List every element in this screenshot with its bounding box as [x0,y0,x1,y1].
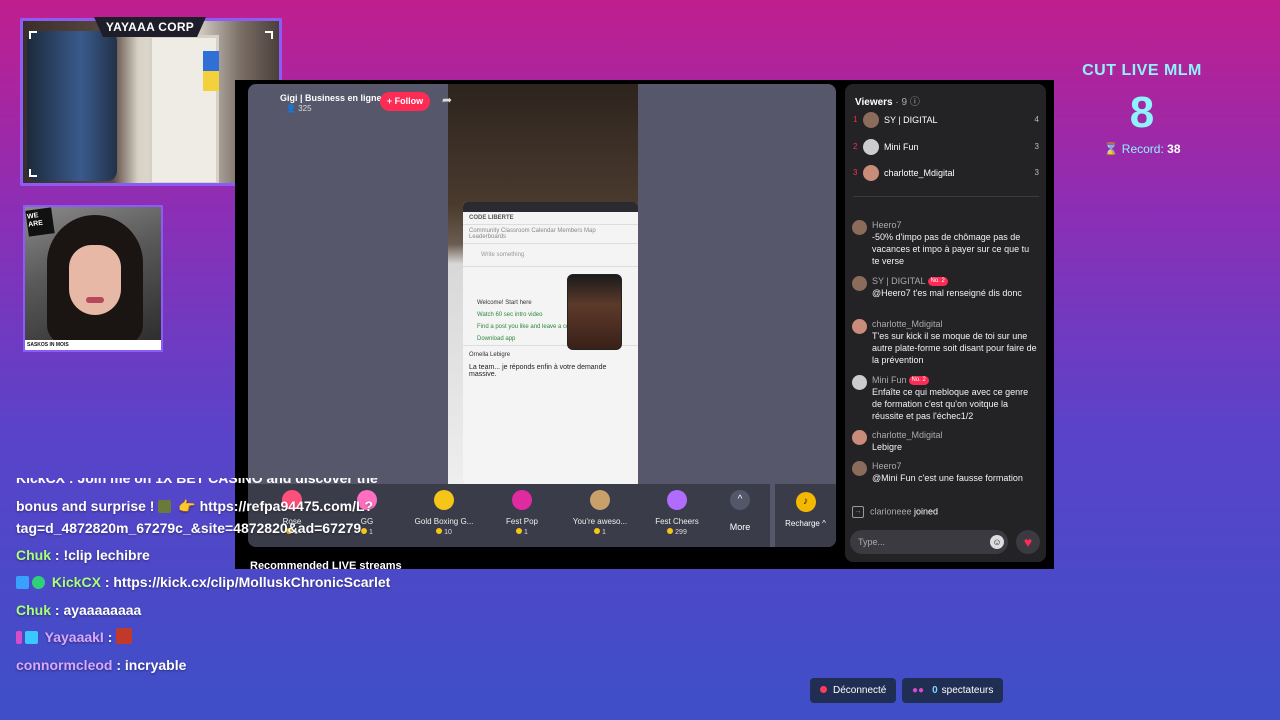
cam-logo: WE ARE [25,207,55,237]
fest-cheers-icon [667,490,687,510]
pip-face [567,274,622,350]
chat-message: Mini Fun No. 2 Enfaîte ce qui mebloque av… [852,374,1038,422]
join-notice: → clarioneee joined [852,506,938,518]
mic-badge-icon [16,631,22,644]
chat-message: Heero7 @Mini Fun c'est une fausse format… [852,460,1038,484]
pointing-hand-icon: 👉 [178,498,196,514]
webcam-face: WE ARE SASKOS IN MOIS [23,205,163,352]
viewer-row[interactable]: 2 Mini Fun 3 [853,139,1039,157]
recommended-heading: Recommended LIVE streams [250,560,402,572]
gift-item[interactable]: Fest Pop 1 [482,490,562,536]
cat-icon [590,490,610,510]
more-gifts-button[interactable]: ^ More [720,490,760,532]
fest-pop-icon [512,490,532,510]
group-tabs: Community Classroom Calendar Members Map… [463,225,638,244]
cam-caption: SASKOS IN MOIS [25,340,161,350]
hourglass-icon: ⌛ [1103,142,1119,156]
counter-title: CUT LIVE MLM [1082,62,1202,79]
info-icon: ⓘ [909,97,920,108]
chat-message: charlotte_Mdigital Lebigre [852,429,1038,453]
overlay-chat-message: KickCX : https://kick.cx/clip/MolluskChr… [16,573,390,591]
gaming-chair [27,31,117,181]
gift-item[interactable]: Fest Cheers 299 [637,490,717,536]
viewers-title: Viewers · 9 ⓘ [855,97,920,108]
chevron-up-icon: ^ [730,490,750,510]
counter-record: ⌛ Record: 38 [1062,142,1222,156]
avatar [852,430,867,445]
streamer-viewer-count: 👤 325 [286,104,312,113]
avatar [852,220,867,235]
overlay-chat-message: Chuk : !clip lechibre [16,547,150,563]
clipped-chat-line: KickCX : Join me on 1X BET CASINO and di… [16,478,378,486]
boxing-glove-icon [434,490,454,510]
join-icon: → [852,506,864,518]
chat-message: SY | DIGITAL No. 2 @Heero7 t'es mal rense… [852,275,1038,299]
avatar [863,139,879,155]
viewer-row[interactable]: 3 charlotte_Mdigital 3 [853,165,1039,183]
record-label: Record: [1121,142,1164,156]
emote-icon [116,628,133,644]
verified-icon [32,576,45,589]
emote-icon [158,500,172,513]
gift-item[interactable]: Gold Boxing G... 10 [404,490,484,536]
chat-message: charlotte_Mdigital T'es sur kick il se m… [852,318,1038,366]
eye-icon: ●● [912,685,925,696]
avatar [852,276,867,291]
overlay-chat-message: connormcleod : incryable [16,657,187,673]
overlay-chat-line: tag=d_4872820m_67279c_&site=4872820&ad=6… [16,520,362,536]
counter-value: 8 [1129,88,1155,137]
avatar [852,461,867,476]
recharge-button[interactable]: ♪ Recharge ^ [775,484,836,547]
rank-badge: No. 2 [908,376,929,386]
write-prompt: Write something [463,244,638,267]
rank-badge: No. 2 [927,277,948,287]
share-icon[interactable]: ➦ [442,93,456,107]
streamer-name: Gigi | Business en ligne ... [280,93,392,103]
spectator-count: ●● 0 spectateurs [902,678,1004,703]
corp-tag: YAYAAA CORP [94,17,206,37]
overlay-chat-line: bonus and surprise ! 👉 https://refpa9447… [16,498,374,514]
cube-badge-icon [25,631,38,644]
chat-input[interactable] [850,530,1008,554]
emoji-icon[interactable]: ☺ [990,535,1004,549]
record-value: 38 [1167,142,1181,156]
follow-button[interactable]: + Follow [380,92,430,111]
avatar [852,319,867,334]
chat-message: Heero7 -50% d'impo pas de chômage pas de… [852,219,1038,267]
group-name: CODE LIBERTE [463,212,638,225]
flag [203,51,219,91]
post-text: La team... je réponds enfin à votre dema… [469,364,607,378]
connection-status: Déconnecté [810,678,897,703]
overlay-chat-message: Chuk : ayaaaaaaaa [16,602,142,618]
avatar [863,165,879,181]
like-heart-button[interactable]: ♥ [1016,530,1040,554]
divider [853,196,1039,197]
kick-badge-icon [16,576,29,589]
tiktok-coin-icon: ♪ [795,492,816,512]
avatar [852,375,867,390]
avatar [863,112,879,128]
viewer-row[interactable]: 1 SY | DIGITAL 4 [853,112,1039,130]
gift-item[interactable]: You're aweso... 1 [560,490,640,536]
status-dot-icon [820,686,827,693]
overlay-chat-message: YayaaakI : [16,628,135,646]
